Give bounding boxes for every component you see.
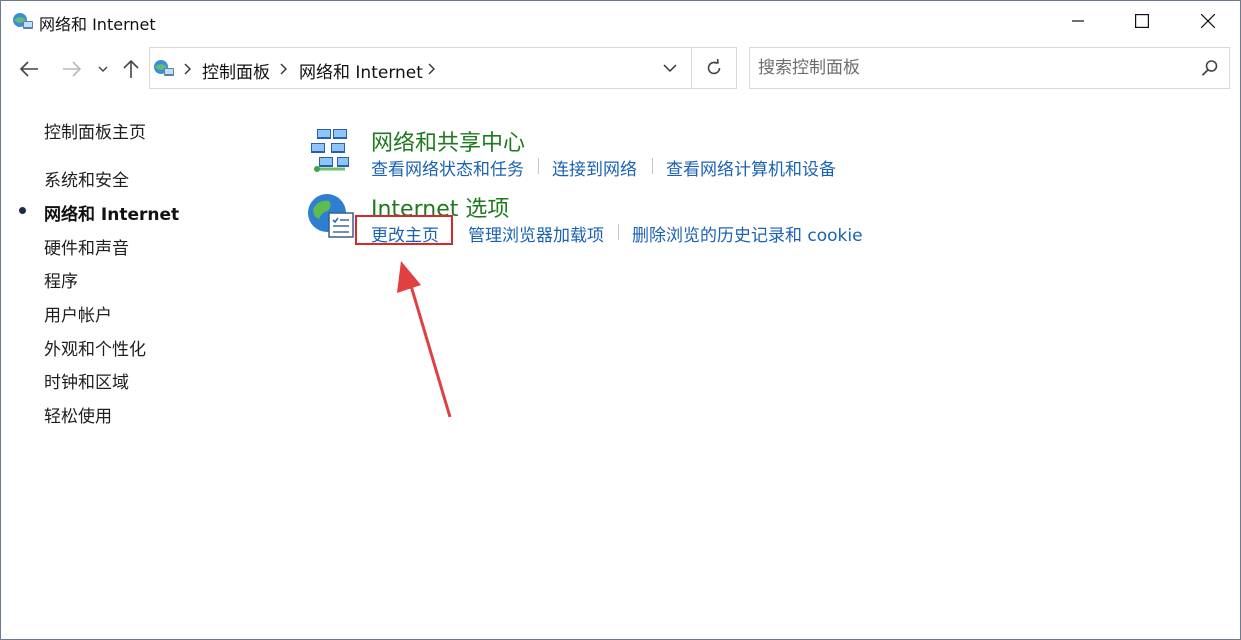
up-arrow-icon: [123, 59, 139, 78]
sidebar-item-clock-region[interactable]: 时钟和区域: [44, 368, 129, 393]
maximize-icon: [1135, 14, 1149, 28]
sidebar-item-hardware-sound[interactable]: 硬件和声音: [44, 234, 129, 259]
annotation-arrow-icon: [397, 261, 452, 418]
internet-options-globe-icon[interactable]: [305, 191, 355, 241]
close-icon: [1201, 14, 1215, 28]
search-icon[interactable]: [1201, 59, 1219, 77]
minimize-button[interactable]: [1055, 1, 1101, 41]
link-separator: [618, 224, 619, 240]
network-sharing-center-icon[interactable]: [305, 125, 355, 175]
breadcrumb-control-panel[interactable]: 控制面板: [202, 58, 270, 83]
control-panel-network-icon: [154, 60, 174, 76]
sidebar-item-programs[interactable]: 程序: [44, 267, 78, 292]
breadcrumb-network-internet[interactable]: 网络和 Internet: [299, 58, 423, 83]
link-manage-addons[interactable]: 管理浏览器加载项: [468, 221, 604, 246]
refresh-icon: [707, 59, 721, 75]
link-change-homepage[interactable]: 更改主页: [371, 221, 439, 246]
sidebar-item-user-accounts[interactable]: 用户帐户: [44, 301, 112, 326]
link-delete-browsing-history[interactable]: 删除浏览的历史记录和 cookie: [632, 221, 863, 246]
control-panel-window: 网络和 Internet 控制面板 网络和 Internet 搜索控制面板 控制…: [0, 0, 1241, 640]
forward-button[interactable]: [56, 51, 88, 87]
address-dropdown-button[interactable]: [650, 48, 690, 88]
category-title-network-sharing-center[interactable]: 网络和共享中心: [371, 125, 525, 157]
link-view-network-status[interactable]: 查看网络状态和任务: [371, 155, 524, 180]
sidebar-item-control-panel-home[interactable]: 控制面板主页: [44, 118, 146, 143]
category-title-internet-options[interactable]: Internet 选项: [371, 191, 509, 223]
search-input[interactable]: [758, 56, 1178, 80]
chevron-right-icon[interactable]: [427, 62, 437, 76]
sidebar-item-appearance[interactable]: 外观和个性化: [44, 335, 146, 360]
recent-locations-button[interactable]: [93, 51, 113, 87]
search-box[interactable]: [749, 47, 1230, 89]
up-button[interactable]: [117, 51, 145, 87]
sidebar-item-network-internet[interactable]: 网络和 Internet: [44, 200, 179, 225]
link-separator: [652, 158, 653, 174]
link-separator: [538, 158, 539, 174]
minimize-icon: [1072, 20, 1084, 22]
link-connect-to-network[interactable]: 连接到网络: [552, 155, 637, 180]
chevron-down-icon: [98, 66, 108, 72]
sidebar-item-ease-of-access[interactable]: 轻松使用: [44, 402, 112, 427]
active-bullet: [19, 207, 26, 214]
title-bar: 网络和 Internet: [1, 1, 1240, 41]
chevron-down-icon: [663, 63, 677, 72]
forward-arrow-icon: [63, 61, 82, 77]
refresh-button[interactable]: [692, 48, 736, 88]
address-bar[interactable]: 控制面板 网络和 Internet: [149, 47, 737, 89]
control-panel-network-icon: [13, 13, 33, 29]
chevron-right-icon[interactable]: [183, 62, 193, 76]
back-arrow-icon: [19, 61, 38, 77]
back-button[interactable]: [13, 51, 45, 87]
maximize-button[interactable]: [1119, 1, 1165, 41]
category-internet-options: Internet 选项 更改主页 管理浏览器加载项 删除浏览的历史记录和 coo…: [305, 191, 925, 247]
window-title: 网络和 Internet: [39, 15, 156, 34]
close-button[interactable]: [1185, 1, 1231, 41]
chevron-right-icon[interactable]: [279, 62, 289, 76]
sidebar-item-system-security[interactable]: 系统和安全: [44, 166, 129, 191]
category-network-sharing-center: 网络和共享中心 查看网络状态和任务 连接到网络 查看网络计算机和设备: [305, 125, 905, 181]
link-view-network-computers[interactable]: 查看网络计算机和设备: [666, 155, 836, 180]
